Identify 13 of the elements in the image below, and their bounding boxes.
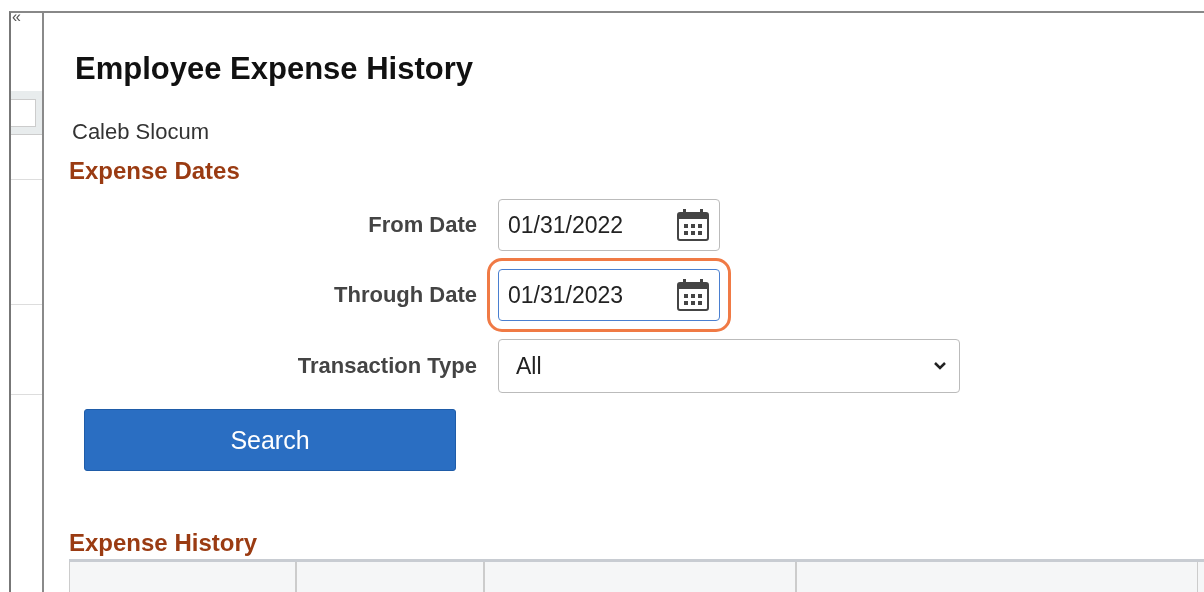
caret-icon bbox=[933, 361, 947, 371]
calendar-icon[interactable] bbox=[675, 278, 711, 312]
section-heading: Expense Dates bbox=[69, 157, 241, 185]
page-title: Employee Expense History bbox=[75, 51, 474, 87]
field-label: Through Date bbox=[333, 282, 477, 308]
date-field[interactable]: 01/31/2022 bbox=[498, 199, 720, 251]
field-label: From Date bbox=[367, 212, 477, 238]
search-button[interactable]: Search bbox=[84, 409, 456, 471]
transaction-type-select[interactable]: All bbox=[498, 339, 960, 393]
employee-name: Caleb Slocum bbox=[72, 119, 210, 145]
section-heading: Expense History bbox=[69, 529, 259, 557]
calendar-icon[interactable] bbox=[675, 208, 711, 242]
field-label: Transaction Type bbox=[296, 353, 477, 379]
